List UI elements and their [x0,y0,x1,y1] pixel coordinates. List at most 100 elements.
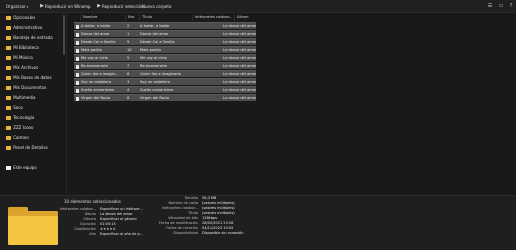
table-row[interactable]: Me voy al cielo 5 Me voy al cielo La danza … [74,54,256,61]
folder-icon [6,65,12,70]
property-value: Disponible sin conexión [202,231,244,235]
cell-album: La danza del amor [223,80,256,84]
cell-number: 8 [127,96,130,100]
cell-number: 2 [127,24,130,28]
table-row[interactable]: Soy un caballero 3 Soy un caballero La danz… [74,78,256,85]
sidebar-item-mi-musica[interactable]: › Mi Música [4,54,33,62]
table-row[interactable]: Desde Cai a Sevilla 9 Desde Cai a Sevilla L… [74,38,256,45]
sidebar-item-bandeja-entrada[interactable]: › Bandeja de entrada [4,34,53,42]
sidebar-item-label: Opcionales [13,15,36,20]
folder-icon [6,15,12,20]
column-header-artists[interactable]: Intérpretes colabor... [192,14,234,21]
cell-title: Me voy al cielo [140,56,167,60]
cell-number: 5 [127,56,130,60]
sidebar-item-label: Soco [13,105,23,110]
folder-icon [6,135,12,140]
audio-file-icon [76,64,79,69]
command-bar: Organizar▾ ▶ Reproducir en Winamp ▶ Repr… [0,0,516,13]
sidebar-item-label: Tecnología [13,115,35,120]
column-header-title[interactable]: Título [139,14,192,21]
sidebar-item-label: Mi Música [13,55,33,60]
chevron-right-icon: › [4,76,6,80]
panel-icon[interactable]: ▭ [497,2,505,10]
sidebar-item-mis-documentos[interactable]: › Mis Documentos [4,84,46,92]
folder-icon [6,25,12,30]
audio-file-icon [76,88,79,93]
sidebar-item-este-equipo[interactable]: › Este equipo [4,164,37,172]
chevron-right-icon: › [4,46,6,50]
sidebar-item-label: Administrativo [13,25,43,30]
file-list: Nombre Nro. Título Intérpretes colabor..… [68,13,516,194]
cell-name: Soy un caballero [81,80,111,84]
sidebar-item-label: Este equipo [13,165,37,170]
folder-icon [6,125,12,130]
sidebar-item-opcionales[interactable]: › Opcionales [4,14,35,22]
column-header-name[interactable]: Nombre [80,14,125,21]
audio-file-icon [76,24,79,29]
table-row[interactable]: Quien iba a imagin... 6 Quien iba a imagin… [74,70,256,77]
sidebar-item-tecnologia[interactable]: › Tecnología [4,114,34,122]
cell-number: 9 [127,40,130,44]
sidebar-item-label: Panel de Detalles [13,145,48,150]
cell-name: Me voy al cielo [81,56,108,60]
table-row[interactable]: Sueño sumarisimo 4 Sueño sumarisimo La danz… [74,86,256,93]
cell-number: 10 [127,48,132,52]
cell-album: La danza del amor [223,64,256,68]
sidebar-item-label: Mis Archivos [13,65,39,70]
play-selection-button[interactable]: Reproducir selección [102,3,144,10]
sidebar-item-label: Multimedia [13,95,36,100]
chevron-right-icon: › [4,106,6,110]
view-options-icon[interactable]: ☰ [486,2,494,10]
sidebar-item-panel-detalles[interactable]: › Panel de Detalles [4,144,48,152]
cell-name: Virgen del Rocío [81,96,111,100]
table-row[interactable]: Re-enamorarte 7 Re-enamorarte La danza del … [74,62,256,69]
cell-title: Re-enamorarte [140,64,168,68]
sidebar-item-carmen[interactable]: › Carmen [4,134,29,142]
property-value[interactable]: Especificar el año de p... [100,232,143,237]
cell-number: 1 [127,32,130,36]
cell-title: Danza del amor [140,32,169,36]
chevron-right-icon: › [4,66,6,70]
cell-name: Mala pavita [81,48,102,52]
table-row[interactable]: Virgen del Rocío 8 Virgen del Rocío La danz… [74,94,256,101]
sidebar-item-administrativo[interactable]: › Administrativo [4,24,42,32]
sidebar-item-label: Bandeja de entrada [13,35,53,40]
cell-title: Mala pavita [140,48,161,52]
sidebar-item-soco[interactable]: › Soco [4,104,23,112]
selection-count: 10 elementos seleccionados [64,199,121,204]
column-header-number[interactable]: Nro. [125,14,139,21]
chevron-right-icon: › [4,166,6,170]
sidebar-item-multimedia[interactable]: › Multimedia [4,94,35,102]
cell-album: La danza del amor [223,40,256,44]
cell-name: Sueño sumarisimo [81,88,115,92]
cell-album: La danza del amor [223,56,256,60]
table-row[interactable]: Mala pavita 10 Mala pavita La danza del amo… [74,46,256,53]
column-header-album[interactable]: Álbum [234,14,274,21]
organize-button[interactable]: Organizar▾ [6,3,28,10]
table-row[interactable]: Danza del amor 1 Danza del amor La danza de… [74,30,256,37]
folder-icon [6,145,12,150]
sidebar-scrollbar[interactable] [63,15,65,55]
sidebar-item-mi-biblioteca[interactable]: › Mi Biblioteca [4,44,39,52]
audio-file-icon [76,96,79,101]
play-winamp-button[interactable]: Reproducir en Winamp [45,3,91,10]
cell-album: La danza del amor [223,72,256,76]
audio-file-icon [76,32,79,37]
help-icon[interactable]: ? [507,2,515,10]
sidebar-item-mis-bases-datos[interactable]: › Mis Bases de datos [4,74,52,82]
audio-file-icon [76,56,79,61]
cell-name: Desde Cai a Sevilla [81,40,116,44]
chevron-down-icon: ▾ [26,5,29,9]
chevron-right-icon: › [4,36,6,40]
sidebar-item-zzz-icono[interactable]: › ZZZ Icono [4,124,34,132]
folder-icon [6,85,12,90]
cell-album: La danza del amor [223,24,256,28]
chevron-right-icon: › [4,146,6,150]
cell-title: Sueño sumarisimo [140,88,174,92]
cell-number: 6 [127,72,130,76]
sidebar-item-mis-archivos[interactable]: › Mis Archivos [4,64,38,72]
folder-icon [6,35,12,40]
new-folder-button[interactable]: Nueva carpeta [142,3,171,10]
table-row[interactable]: A bailar, a bailar 2 A bailar, a bailar La … [74,22,256,29]
sidebar-item-label: ZZZ Icono [13,125,34,130]
